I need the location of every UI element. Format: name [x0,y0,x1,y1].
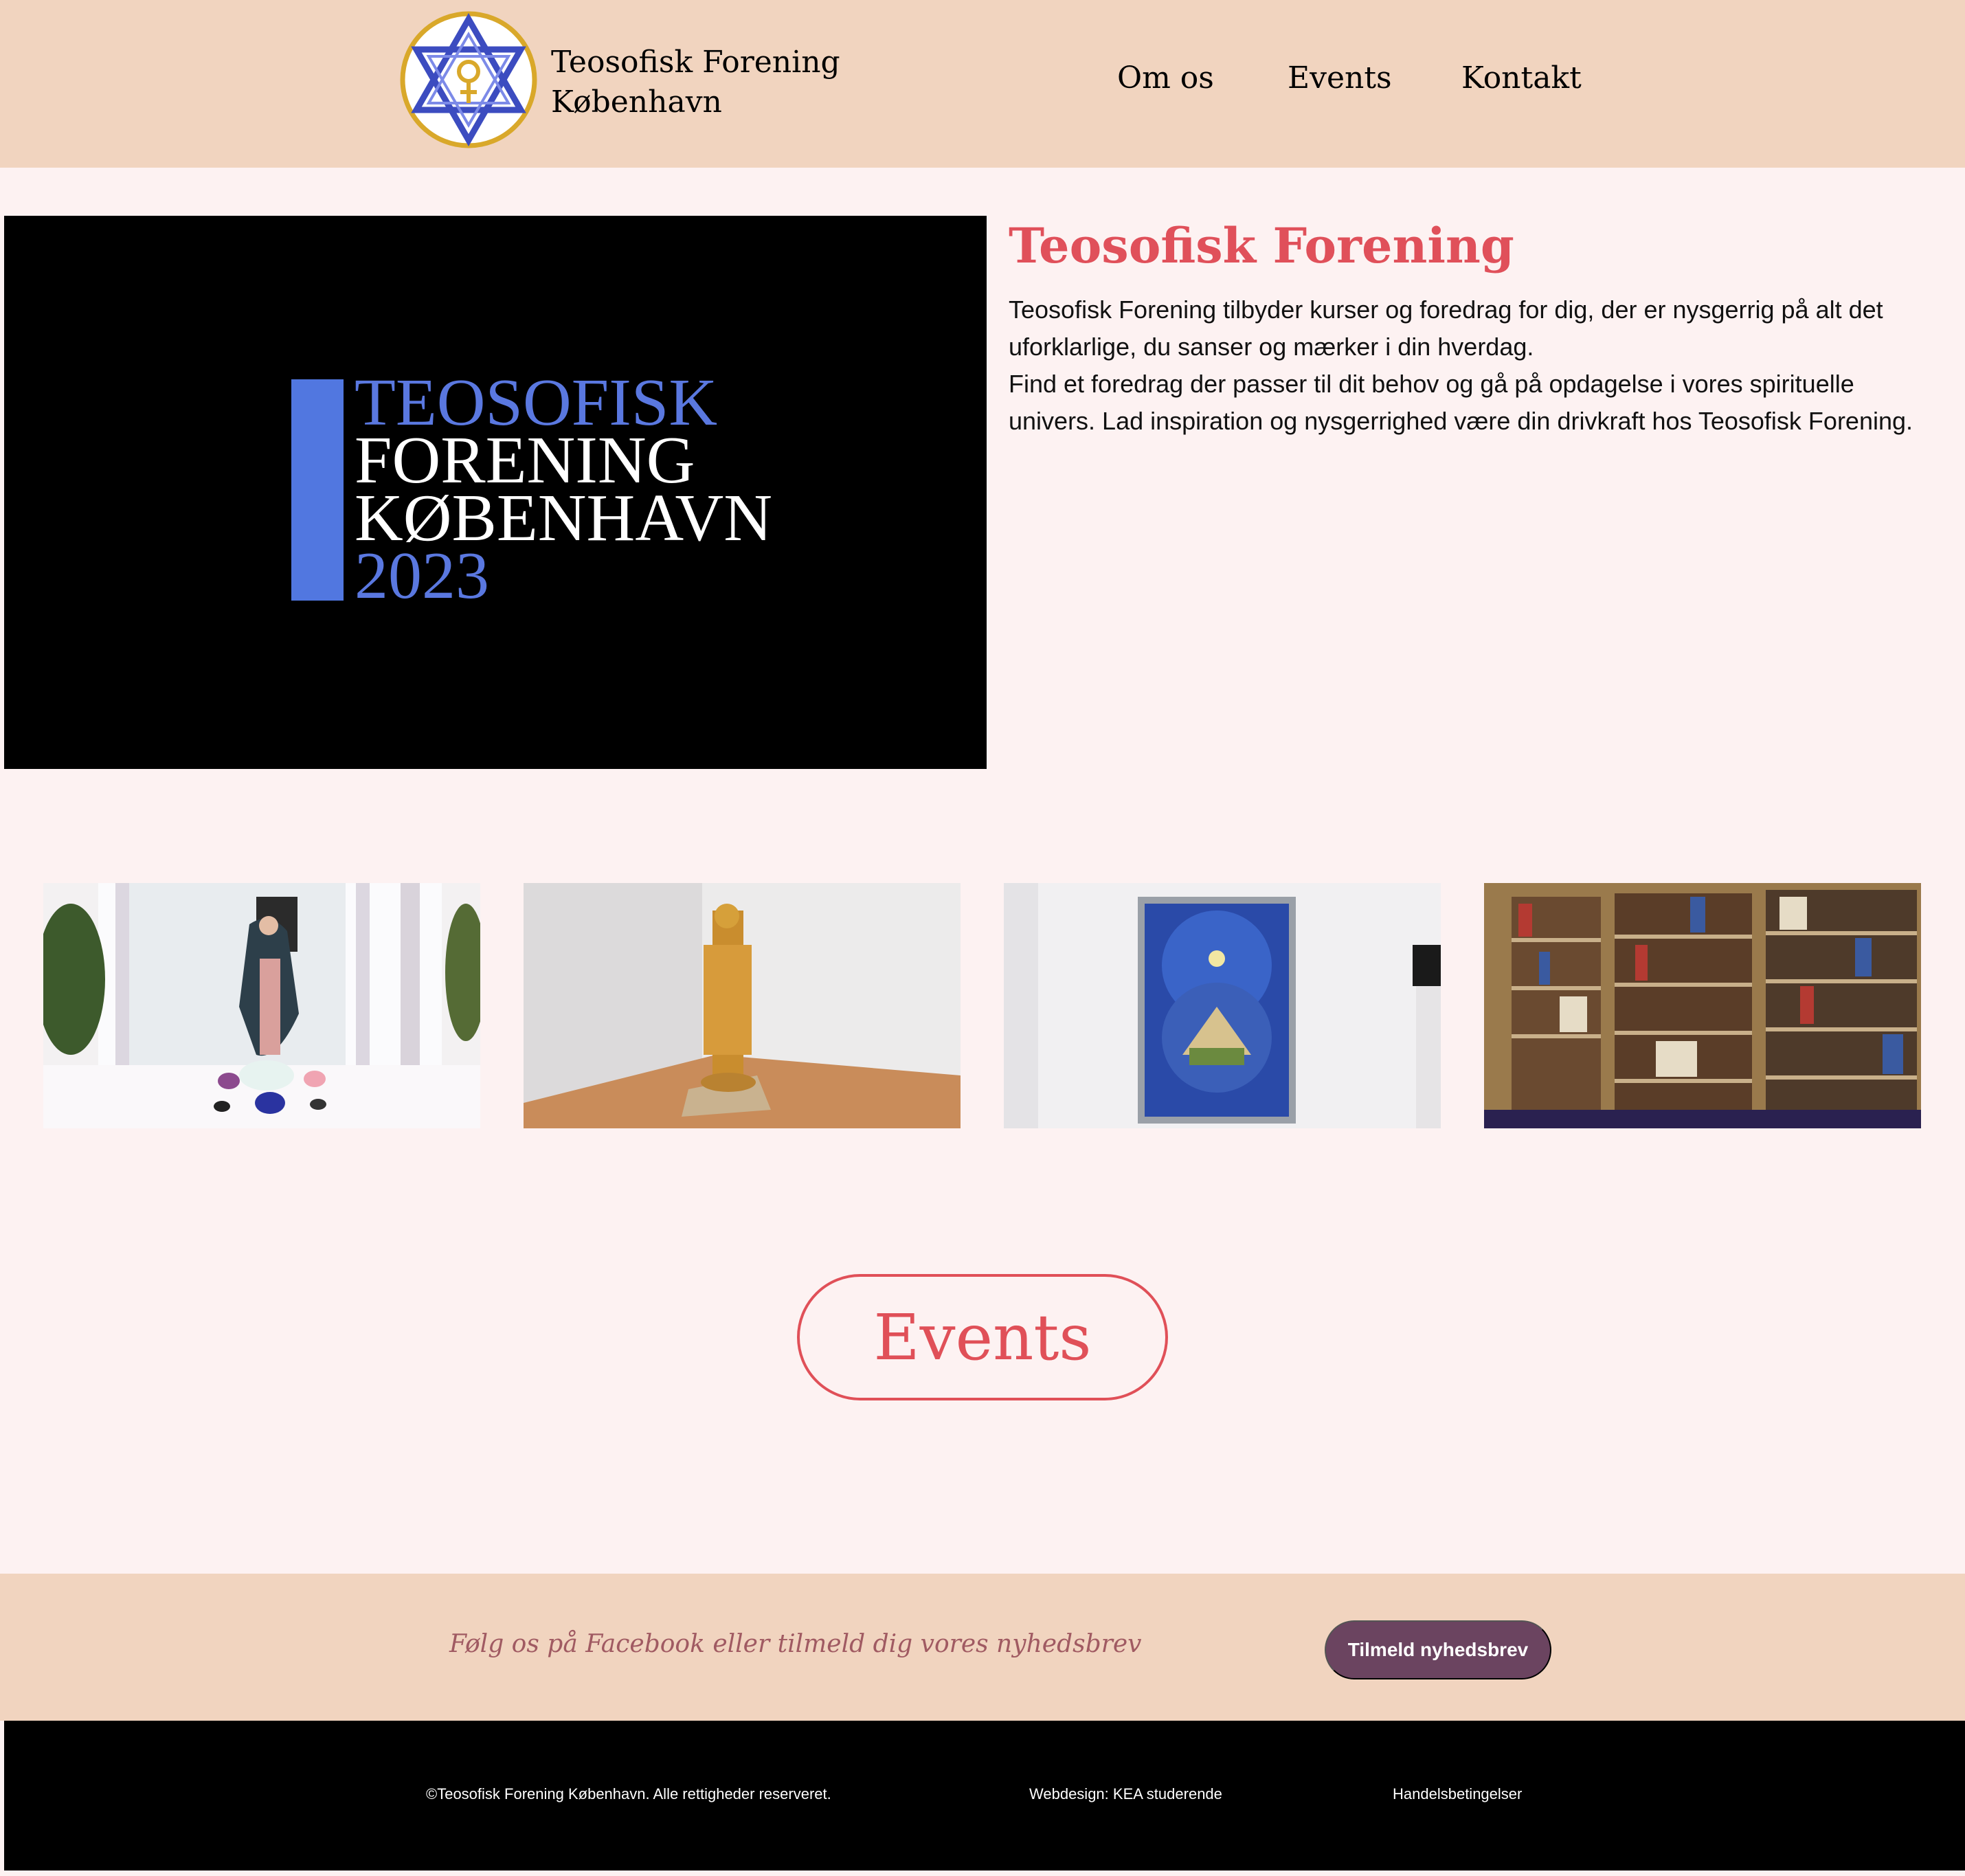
site-header: Teosofisk Forening København Om os Event… [0,0,1965,168]
hero-accent-bar [291,379,344,601]
hero-image-line-4: 2023 [355,539,489,613]
logo-icon[interactable] [400,11,537,148]
newsletter-band: Følg os på Facebook eller tilmeld dig vo… [0,1574,1965,1721]
madonna-statue-photo [43,883,480,1128]
brand-line-2: København [551,85,722,120]
intro-title: Teosofisk Forening [1009,217,1514,274]
brand-line-1: Teosofisk Forening [551,45,840,80]
footer-terms-link[interactable]: Handelsbetingelser [1393,1785,1522,1803]
intro-paragraph-1: Teosofisk Forening tilbyder kurser og fo… [1009,295,1883,361]
nav-events[interactable]: Events [1288,60,1392,96]
events-button[interactable]: Events [797,1274,1168,1400]
nav-kontakt[interactable]: Kontakt [1461,60,1582,96]
hero-image: TEOSOFISK FORENING KØBENHAVN 2023 [4,216,987,769]
footer-copyright: ©Teosofisk Forening København. Alle rett… [426,1785,831,1802]
follow-us-text: Følg os på Facebook eller tilmeld dig vo… [449,1630,1142,1658]
nav-om-os[interactable]: Om os [1117,60,1214,96]
intro-paragraph-2: Find et foredrag der passer til dit beho… [1009,370,1913,435]
intro-text: Teosofisk Forening tilbyder kurser og fo… [1009,291,1922,440]
site-footer: ©Teosofisk Forening København. Alle rett… [4,1721,1965,1871]
newsletter-signup-button[interactable]: Tilmeld nyhedsbrev [1325,1620,1551,1679]
brand-name[interactable]: Teosofisk Forening København [551,43,840,122]
footer-webdesign-link[interactable]: Webdesign: KEA studerende [1029,1785,1222,1803]
spiritual-painting-photo [1004,883,1441,1128]
golden-buddha-photo [524,883,961,1128]
bookshelves-photo [1484,883,1921,1128]
